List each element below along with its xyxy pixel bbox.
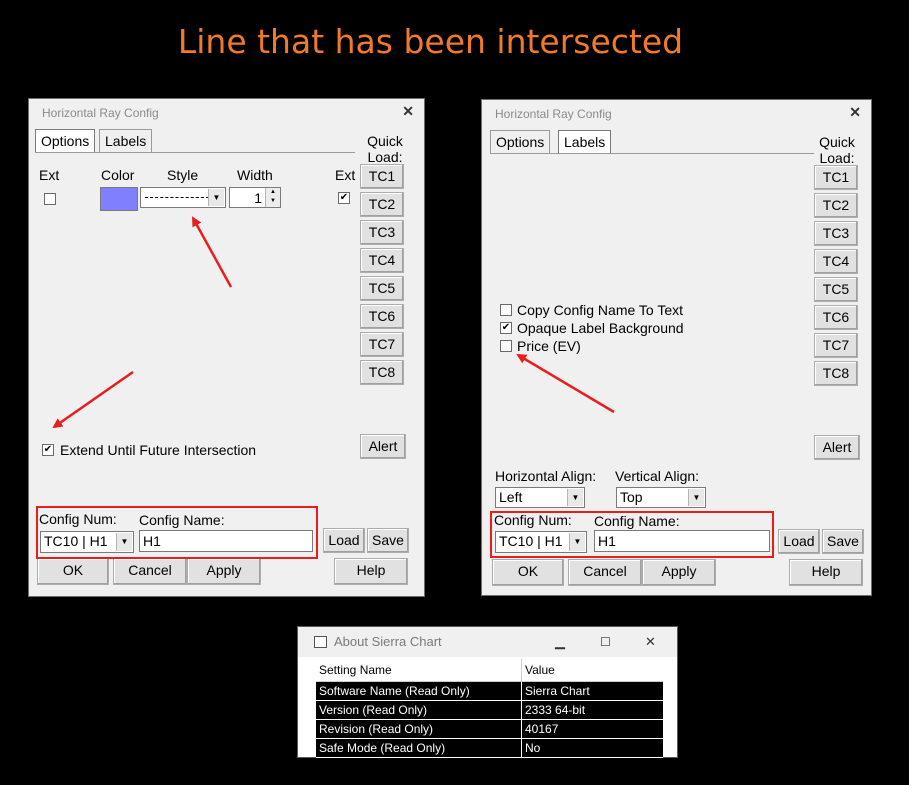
setting-name-cell: Revision (Read Only) [316,719,522,739]
arrow-to-extend-intersection [52,370,134,429]
table-row[interactable]: Revision (Read Only) 40167 [316,719,663,739]
arrow-to-style [191,216,233,288]
about-sierra-chart-window: About Sierra Chart ▁ ☐ ✕ Setting Name Va… [297,626,678,758]
setting-value-cell: Sierra Chart [521,681,663,701]
about-title: About Sierra Chart [334,634,442,649]
arrow-to-price-ev [516,353,615,414]
setting-name-cell: Software Name (Read Only) [316,681,522,701]
maximize-icon[interactable]: ☐ [600,627,611,657]
setting-value-cell: No [521,738,663,758]
setting-value-cell: 40167 [521,719,663,739]
close-icon[interactable]: ✕ [645,627,656,657]
table-row[interactable]: Version (Read Only) 2333 64-bit [316,700,663,720]
column-header-setting-name[interactable]: Setting Name [316,659,522,682]
table-header-row: Setting Name Value [316,659,663,682]
setting-name-cell: Version (Read Only) [316,700,522,720]
about-titlebar: About Sierra Chart ▁ ☐ ✕ [298,627,677,657]
column-header-value[interactable]: Value [521,659,663,682]
minimize-icon[interactable]: ▁ [555,627,565,657]
table-row[interactable]: Software Name (Read Only) Sierra Chart [316,681,663,701]
setting-value-cell: 2333 64-bit [521,700,663,720]
settings-table: Setting Name Value Software Name (Read O… [316,659,663,758]
table-row[interactable]: Safe Mode (Read Only) No [316,738,663,758]
setting-name-cell: Safe Mode (Read Only) [316,738,522,758]
app-icon [314,636,327,648]
